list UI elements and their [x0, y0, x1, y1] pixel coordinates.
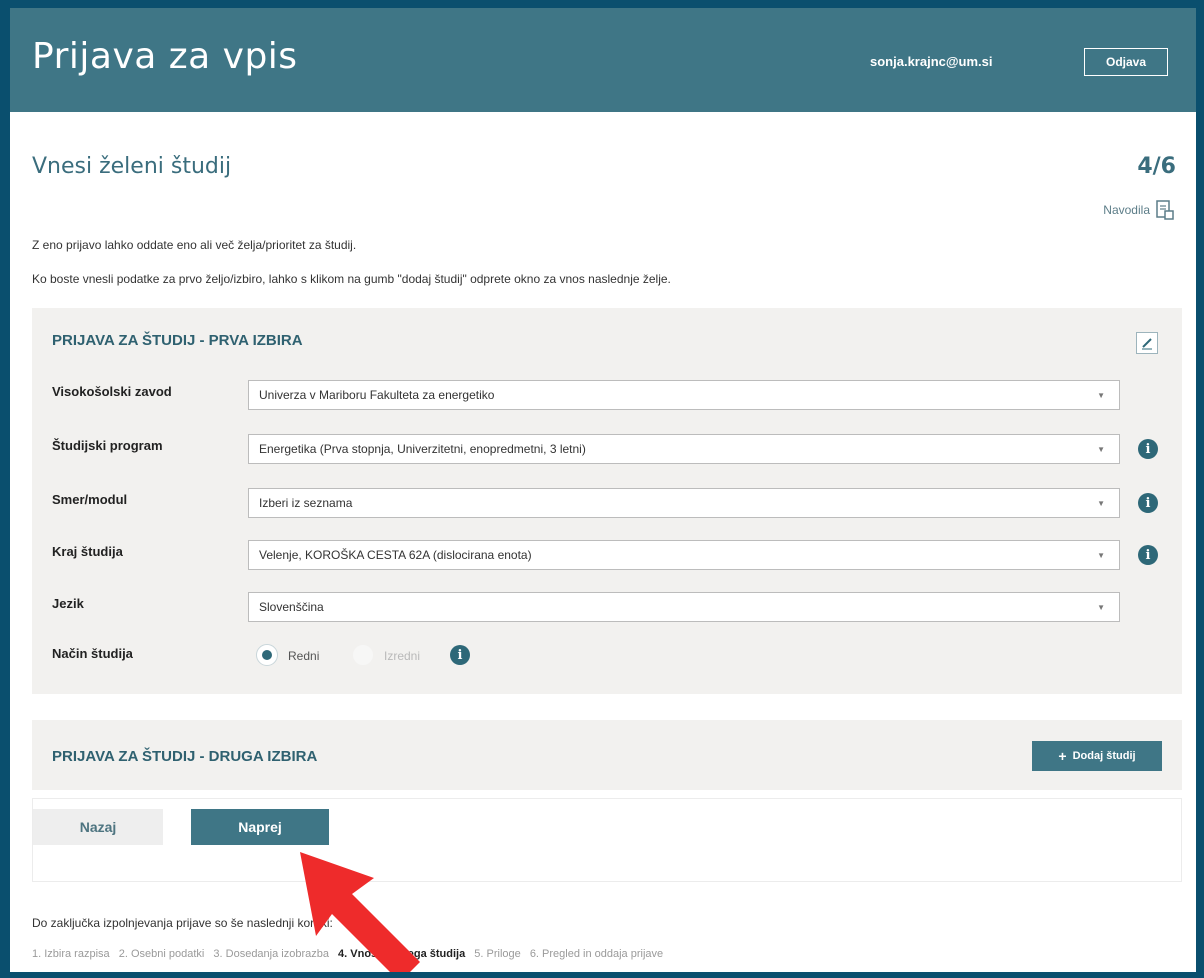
- location-value: Velenje, KOROŠKA CESTA 62A (dislocirana …: [259, 548, 532, 562]
- institution-value: Univerza v Mariboru Fakulteta za energet…: [259, 388, 495, 402]
- field-label-module: Smer/modul: [52, 492, 128, 507]
- chevron-down-icon: ▼: [1097, 391, 1105, 400]
- module-select[interactable]: Izberi iz seznama ▼: [248, 488, 1120, 518]
- field-label-study-mode: Način študija: [52, 646, 133, 661]
- help-link[interactable]: Navodila: [1103, 200, 1174, 220]
- program-value: Energetika (Prva stopnja, Univerzitetni,…: [259, 442, 586, 456]
- page-frame: Prijava za vpis sonja.krajnc@um.si Odjav…: [10, 8, 1196, 972]
- add-study-label: Dodaj študij: [1072, 750, 1136, 762]
- radio-regular-label: Redni: [288, 649, 320, 663]
- chevron-down-icon: ▼: [1097, 445, 1105, 454]
- info-icon[interactable]: i: [1138, 493, 1158, 513]
- institution-select[interactable]: Univerza v Mariboru Fakulteta za energet…: [248, 380, 1120, 410]
- field-label-location: Kraj študija: [52, 544, 123, 559]
- chevron-down-icon: ▼: [1097, 551, 1105, 560]
- intro-text-2: Ko boste vnesli podatke za prvo željo/iz…: [32, 272, 671, 286]
- next-button[interactable]: Naprej: [191, 809, 329, 845]
- step-item[interactable]: 5. Priloge: [474, 948, 520, 960]
- language-value: Slovenščina: [259, 600, 324, 614]
- plus-icon: +: [1058, 748, 1067, 764]
- app-title: Prijava za vpis: [32, 36, 298, 77]
- help-label: Navodila: [1103, 203, 1150, 217]
- module-value: Izberi iz seznama: [259, 496, 353, 510]
- field-label-program: Študijski program: [52, 438, 163, 453]
- chevron-down-icon: ▼: [1097, 499, 1105, 508]
- document-icon: [1156, 200, 1174, 220]
- step-item[interactable]: 1. Izbira razpisa: [32, 948, 110, 960]
- first-choice-title: PRIJAVA ZA ŠTUDIJ - PRVA IZBIRA: [52, 332, 303, 349]
- first-choice-panel: PRIJAVA ZA ŠTUDIJ - PRVA IZBIRA Visokošo…: [32, 308, 1182, 694]
- radio-regular[interactable]: [256, 644, 278, 666]
- location-select[interactable]: Velenje, KOROŠKA CESTA 62A (dislocirana …: [248, 540, 1120, 570]
- page-title: Vnesi želeni študij: [32, 154, 232, 179]
- step-counter: 4/6: [1137, 154, 1176, 179]
- navigation-area: Nazaj Naprej: [32, 798, 1182, 882]
- second-choice-panel: PRIJAVA ZA ŠTUDIJ - DRUGA IZBIRA + Dodaj…: [32, 720, 1182, 790]
- program-select[interactable]: Energetika (Prva stopnja, Univerzitetni,…: [248, 434, 1120, 464]
- add-study-button[interactable]: + Dodaj študij: [1032, 741, 1162, 771]
- logout-button[interactable]: Odjava: [1084, 48, 1168, 76]
- user-email: sonja.krajnc@um.si: [870, 54, 993, 69]
- info-icon[interactable]: i: [450, 645, 470, 665]
- second-choice-title: PRIJAVA ZA ŠTUDIJ - DRUGA IZBIRA: [52, 748, 318, 765]
- remaining-steps-note: Do zaključka izpolnjevanja prijave so še…: [32, 916, 333, 930]
- intro-text-1: Z eno prijavo lahko oddate eno ali več ž…: [32, 238, 357, 252]
- field-label-language: Jezik: [52, 596, 84, 611]
- language-select[interactable]: Slovenščina ▼: [248, 592, 1120, 622]
- step-item[interactable]: 2. Osebni podatki: [119, 948, 205, 960]
- edit-icon[interactable]: [1136, 332, 1158, 354]
- step-item[interactable]: 6. Pregled in oddaja prijave: [530, 948, 663, 960]
- info-icon[interactable]: i: [1138, 439, 1158, 459]
- pencil-icon: [1142, 338, 1152, 350]
- radio-parttime-label: Izredni: [384, 649, 421, 663]
- chevron-down-icon: ▼: [1097, 603, 1105, 612]
- header-bar: Prijava za vpis sonja.krajnc@um.si Odjav…: [10, 8, 1196, 112]
- info-icon[interactable]: i: [1138, 545, 1158, 565]
- red-arrow-icon: [300, 852, 420, 972]
- field-label-institution: Visokošolski zavod: [52, 384, 172, 399]
- back-button[interactable]: Nazaj: [33, 809, 163, 845]
- radio-parttime[interactable]: [352, 644, 374, 666]
